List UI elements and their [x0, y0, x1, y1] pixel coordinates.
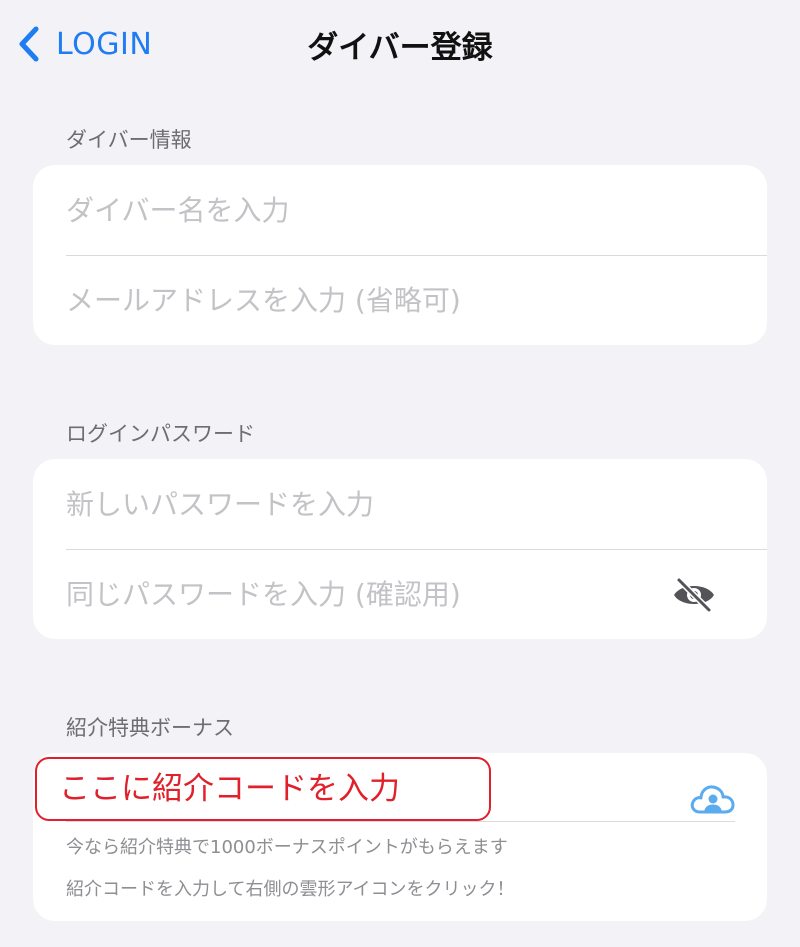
referral-code-field[interactable]: [35, 757, 491, 821]
divider: [66, 821, 735, 822]
new-password-input[interactable]: [66, 487, 626, 521]
diver-name-row: [66, 165, 767, 255]
cloud-user-icon: [690, 785, 735, 814]
confirm-password-row: [66, 549, 767, 639]
diver-info-card: [33, 165, 767, 345]
referral-hint-instruction: 紹介コードを入力して右側の雲形アイコンをクリック！: [66, 879, 515, 900]
referral-hint-bonus: 今なら紹介特典で1000ボーナスポイントがもらえます: [66, 837, 508, 858]
new-password-row: [66, 459, 767, 549]
toggle-password-visibility-button[interactable]: [671, 577, 717, 613]
section-header-password: ログインパスワード: [66, 422, 255, 446]
apply-referral-code-button[interactable]: [689, 779, 735, 819]
referral-card: 今なら紹介特典で1000ボーナスポイントがもらえます 紹介コードを入力して右側の…: [33, 753, 767, 921]
eye-slash-icon: [674, 577, 714, 613]
diver-name-input[interactable]: [66, 193, 626, 227]
page-title: ダイバー登録: [307, 30, 493, 66]
email-row: [66, 255, 767, 345]
email-input[interactable]: [66, 283, 626, 317]
section-header-referral: 紹介特典ボーナス: [66, 716, 234, 740]
password-card: [33, 459, 767, 639]
section-header-diver-info: ダイバー情報: [66, 128, 192, 152]
confirm-password-input[interactable]: [66, 577, 626, 611]
navigation-bar: LOGIN ダイバー登録: [0, 0, 800, 88]
referral-code-input[interactable]: [59, 771, 479, 807]
